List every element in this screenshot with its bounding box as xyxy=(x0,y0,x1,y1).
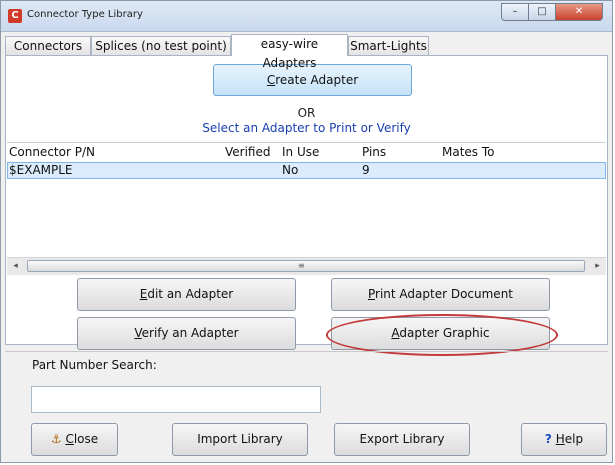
verify-adapter-label: erify an Adapter xyxy=(141,326,239,340)
column-header-verified[interactable]: Verified xyxy=(225,143,271,161)
print-adapter-label: rint Adapter Document xyxy=(375,287,513,301)
cell-pins: 9 xyxy=(362,163,370,177)
part-number-search-input[interactable] xyxy=(31,386,321,413)
verify-adapter-mnemonic: V xyxy=(134,326,142,340)
select-instruction-text: Select an Adapter to Print or Verify xyxy=(202,121,411,135)
part-number-search-label: Part Number Search: xyxy=(32,358,157,372)
minimize-button[interactable]: – xyxy=(501,3,529,21)
connector-type-library-window: C Connector Type Library – □ ✕ Connector… xyxy=(0,0,613,463)
table-row[interactable]: $EXAMPLE No 9 xyxy=(7,162,606,179)
help-button[interactable]: ? Help xyxy=(521,423,607,456)
scrollbar-thumb[interactable]: ≡ xyxy=(27,260,585,272)
tab-splices[interactable]: Splices (no test point) xyxy=(91,36,231,55)
close-button[interactable]: ⚓ Close xyxy=(31,423,118,456)
window-title: Connector Type Library xyxy=(27,9,143,20)
edit-adapter-label: dit an Adapter xyxy=(147,287,234,301)
close-mnemonic: C xyxy=(65,432,74,446)
column-header-mates-to[interactable]: Mates To xyxy=(442,143,495,161)
scroll-right-icon[interactable]: ▸ xyxy=(589,258,606,275)
help-label: elp xyxy=(564,432,584,446)
help-icon: ? xyxy=(544,432,552,446)
section-divider xyxy=(5,351,608,352)
close-window-button[interactable]: ✕ xyxy=(555,3,603,21)
tab-connectors[interactable]: Connectors xyxy=(5,36,91,55)
import-library-button[interactable]: Import Library xyxy=(172,423,308,456)
close-anchor-icon: ⚓ xyxy=(50,432,62,446)
cell-connector-pn: $EXAMPLE xyxy=(9,163,73,177)
scroll-grip-icon: ≡ xyxy=(298,261,305,270)
column-header-connector-pn[interactable]: Connector P/N xyxy=(9,143,95,161)
maximize-icon: □ xyxy=(537,6,547,17)
edit-adapter-button[interactable]: Edit an Adapter xyxy=(77,278,296,311)
export-library-button[interactable]: Export Library xyxy=(334,423,470,456)
or-text: OR xyxy=(297,106,316,120)
minimize-icon: – xyxy=(512,6,518,17)
print-adapter-document-button[interactable]: Print Adapter Document xyxy=(331,278,550,311)
create-adapter-mnemonic: C xyxy=(266,73,276,87)
cell-in-use: No xyxy=(282,163,299,177)
title-bar[interactable]: C Connector Type Library – □ ✕ xyxy=(1,1,612,32)
column-header-in-use[interactable]: In Use xyxy=(282,143,319,161)
tab-smart-lights[interactable]: Smart-Lights xyxy=(348,36,429,55)
horizontal-scrollbar[interactable]: ◂ ≡ ▸ xyxy=(7,257,606,275)
create-adapter-label: reate Adapter xyxy=(275,73,359,87)
close-label: lose xyxy=(73,432,99,446)
import-library-label: Import Library xyxy=(197,432,283,446)
print-adapter-mnemonic: P xyxy=(367,287,376,301)
close-icon: ✕ xyxy=(574,6,584,17)
column-header-pins[interactable]: Pins xyxy=(362,143,386,161)
app-icon: C xyxy=(8,9,22,23)
export-library-label: Export Library xyxy=(359,432,445,446)
tab-easy-wire-adapters[interactable]: easy-wire Adapters xyxy=(231,34,348,70)
maximize-button[interactable]: □ xyxy=(528,3,556,21)
verify-adapter-button[interactable]: Verify an Adapter xyxy=(77,317,296,350)
annotation-highlight-oval xyxy=(326,314,558,356)
scroll-left-icon[interactable]: ◂ xyxy=(7,258,24,275)
help-mnemonic: H xyxy=(555,432,565,446)
